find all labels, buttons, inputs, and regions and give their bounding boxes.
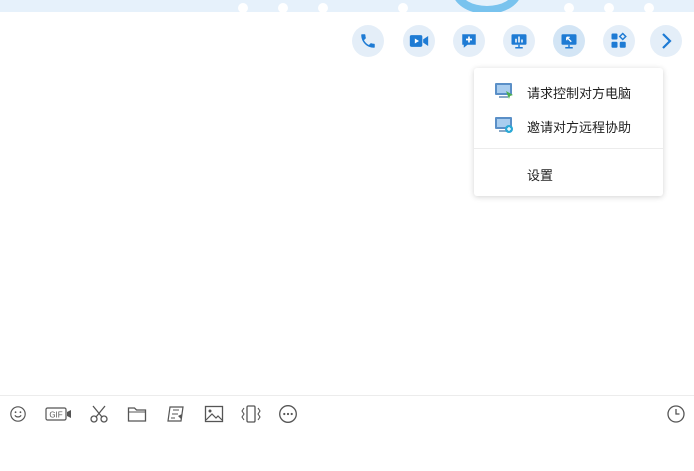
emoji-icon [10, 406, 26, 422]
menu-item-invite-assist[interactable]: 邀请对方远程协助 [474, 112, 663, 138]
menu-item-label: 请求控制对方电脑 [527, 87, 632, 102]
banner-dot [318, 3, 328, 12]
banner-dot [398, 3, 408, 12]
message-history-button[interactable] [665, 403, 687, 425]
sticker-icon [167, 406, 184, 422]
remote-control-icon [495, 83, 513, 99]
gif-button[interactable]: GIF [44, 403, 74, 425]
menu-separator [474, 148, 663, 149]
video-call-button[interactable] [403, 25, 435, 57]
new-group-chat-button[interactable] [453, 25, 485, 57]
banner-dot [278, 3, 288, 12]
apps-icon [611, 32, 627, 48]
emoji-button[interactable] [7, 403, 29, 425]
chevron-right-icon [662, 33, 672, 49]
remote-assist-invite-icon [495, 117, 513, 133]
apps-button[interactable] [603, 25, 635, 57]
chat-header-banner [0, 0, 694, 12]
screenshot-button[interactable] [88, 403, 110, 425]
remote-assist-button[interactable] [553, 25, 585, 57]
sticker-button[interactable] [165, 403, 187, 425]
remote-assist-icon [561, 34, 577, 49]
clock-icon [667, 405, 685, 423]
image-icon [204, 405, 224, 423]
screen-share-icon [511, 34, 527, 49]
image-button[interactable] [203, 403, 225, 425]
banner-dot [644, 3, 654, 12]
folder-icon [127, 407, 147, 422]
more-icon [279, 405, 297, 423]
menu-item-request-control[interactable]: 请求控制对方电脑 [474, 78, 663, 104]
menu-item-label: 邀请对方远程协助 [527, 121, 632, 136]
scissors-icon [90, 405, 108, 423]
voice-call-button[interactable] [352, 25, 384, 57]
more-tools-button[interactable] [277, 403, 299, 425]
more-actions-button[interactable] [650, 25, 682, 57]
gif-icon: GIF [45, 407, 71, 421]
phone-icon [361, 34, 375, 48]
remote-assist-menu: 请求控制对方电脑 邀请对方远程协助 设置 [474, 68, 663, 196]
banner-decoration [452, 0, 522, 12]
video-icon [409, 35, 429, 47]
input-toolbar: GIF [0, 403, 694, 427]
shake-button[interactable] [240, 403, 262, 425]
input-divider [0, 395, 694, 396]
menu-item-label: 设置 [527, 169, 554, 184]
send-file-button[interactable] [126, 403, 148, 425]
chat-action-toolbar [0, 25, 694, 59]
banner-dot [238, 3, 248, 12]
shake-icon [241, 405, 261, 423]
add-chat-icon [462, 34, 476, 48]
gif-label: GIF [49, 411, 62, 420]
menu-item-settings[interactable]: 设置 [474, 160, 663, 186]
screen-share-button[interactable] [503, 25, 535, 57]
banner-dot [564, 3, 574, 12]
banner-dot [604, 3, 614, 12]
